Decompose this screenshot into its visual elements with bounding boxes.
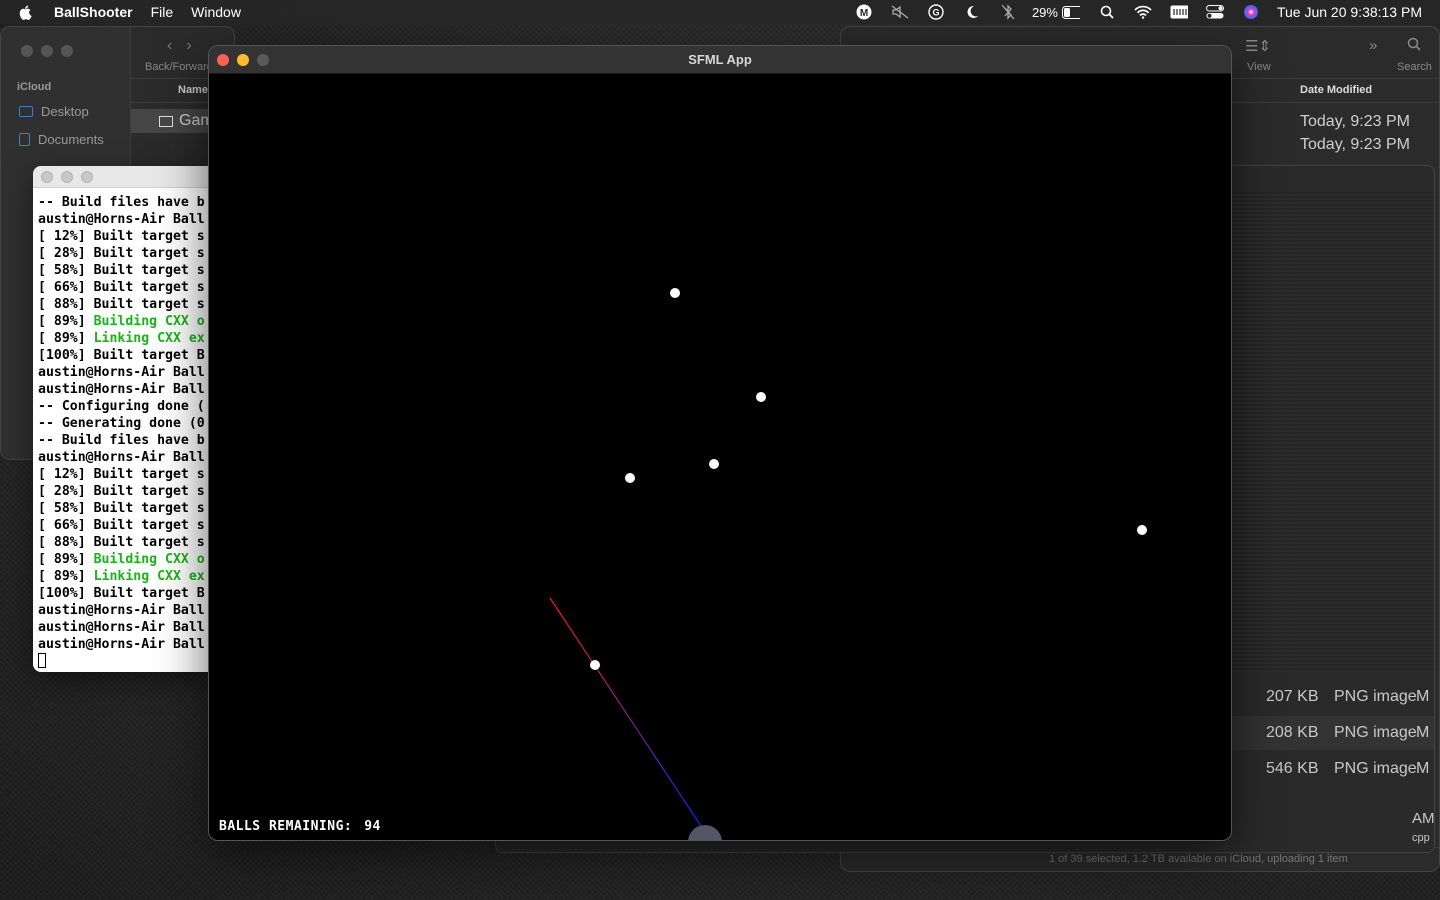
apple-icon[interactable] — [18, 4, 34, 20]
minimize-button[interactable] — [237, 54, 249, 66]
siri-icon[interactable] — [1242, 4, 1260, 20]
terminal-cursor — [38, 653, 46, 668]
ball — [625, 473, 635, 483]
menu-window[interactable]: Window — [191, 4, 241, 20]
malwarebytes-icon[interactable]: M — [855, 4, 873, 20]
terminal-line: [100%] Built target B — [38, 348, 205, 363]
terminal-titlebar[interactable] — [33, 166, 223, 188]
window-controls[interactable] — [217, 54, 269, 66]
terminal-line: austin@Horns-Air Ball — [38, 212, 205, 227]
document-icon — [19, 133, 30, 146]
terminal-line: [ 12%] Built target s — [38, 467, 205, 482]
terminal-prompt-line[interactable] — [38, 653, 223, 671]
back-forward-label: Back/Forward — [145, 61, 213, 73]
file-kind: PNG image — [1334, 760, 1417, 777]
aim-line — [549, 597, 702, 827]
bluetooth-off-icon[interactable] — [999, 4, 1017, 20]
terminal-output[interactable]: -- Build files have b austin@Horns-Air Ba… — [33, 188, 223, 671]
terminal-line: [ 58%] Built target s — [38, 263, 205, 278]
control-center-icon[interactable] — [1205, 4, 1224, 20]
window-controls[interactable] — [41, 171, 93, 183]
balls-remaining-hud: BALLS REMAINING: 94 — [219, 819, 381, 834]
desktop-folder-icon — [19, 106, 33, 117]
column-header-date-modified[interactable]: Date Modified — [1300, 84, 1372, 96]
sidebar-item-documents[interactable]: Documents — [19, 132, 104, 147]
file-date-fragment: M — [1416, 760, 1430, 777]
terminal-line: -- Build files have b — [38, 195, 205, 210]
terminal-line: austin@Horns-Air Ball — [38, 620, 205, 635]
date-cell: Today, 9:23 PM — [1300, 136, 1410, 153]
file-kind: PNG image — [1334, 724, 1417, 741]
terminal-line: austin@Horns-Air Ball — [38, 637, 205, 652]
terminal-line: [ 28%] Built target s — [38, 484, 205, 499]
sidebar-section-icloud: iCloud — [17, 81, 52, 93]
terminal-line: [ 58%] Built target s — [38, 501, 205, 516]
ball — [670, 288, 680, 298]
terminal-line: -- Build files have b — [38, 433, 205, 448]
cannon — [688, 825, 722, 840]
terminal-line: [ 66%] Built target s — [38, 518, 205, 533]
terminal-line: austin@Horns-Air Ball — [38, 365, 205, 380]
zoom-button[interactable] — [257, 54, 269, 66]
date-cell: Today, 9:23 PM — [1300, 113, 1410, 130]
terminal-line: [ 12%] Built target s — [38, 229, 205, 244]
terminal-line: -- Generating done (0 — [38, 416, 205, 431]
battery-percent: 29% — [1031, 4, 1058, 20]
terminal-line: austin@Horns-Air Ball — [38, 603, 205, 618]
menu-bar: BallShooter File Window M G 29% Tue Jun … — [0, 0, 1440, 24]
focus-moon-icon[interactable] — [963, 4, 981, 20]
file-size: 208 KB — [1266, 724, 1319, 741]
sfml-app-window[interactable]: SFML App BALLS REMAINING: 94 — [208, 45, 1232, 841]
terminal-line: [ 88%] Built target s — [38, 535, 205, 550]
file-size: 546 KB — [1266, 760, 1319, 777]
terminal-line: [ 89%] Building CXX o — [38, 552, 205, 567]
terminal-line: [ 88%] Built target s — [38, 297, 205, 312]
terminal-line: -- Configuring done ( — [38, 399, 205, 414]
audio-muted-icon[interactable] — [891, 4, 909, 20]
back-forward-arrows-icon[interactable]: ‹› — [167, 37, 206, 55]
ball — [756, 392, 766, 402]
balls-remaining-count: 94 — [364, 819, 381, 834]
menu-app-name[interactable]: BallShooter — [54, 4, 133, 20]
more-chevron-icon[interactable]: » — [1369, 37, 1377, 54]
file-date-fragment: M — [1416, 688, 1430, 705]
vpn-icon[interactable]: G — [927, 4, 945, 20]
search-icon[interactable] — [1407, 37, 1421, 55]
terminal-line: [ 89%] Building CXX o — [38, 314, 205, 329]
file-ext-fragment: cpp — [1412, 832, 1430, 844]
sfml-titlebar[interactable]: SFML App — [209, 46, 1231, 74]
toolbar-search-label: Search — [1397, 61, 1432, 73]
svg-text:M: M — [860, 8, 868, 19]
terminal-line: [100%] Built target B — [38, 586, 205, 601]
terminal-line: [ 89%] Linking CXX ex — [38, 331, 205, 346]
menu-file[interactable]: File — [151, 4, 174, 20]
menu-clock[interactable]: Tue Jun 20 9:38:13 PM — [1277, 4, 1422, 20]
ball — [709, 459, 719, 469]
window-title: SFML App — [688, 52, 752, 67]
hud-label: BALLS REMAINING: — [219, 819, 353, 834]
sidebar-item-desktop[interactable]: Desktop — [19, 104, 89, 119]
window-controls[interactable] — [21, 45, 73, 57]
close-button[interactable] — [217, 54, 229, 66]
svg-text:G: G — [932, 8, 939, 18]
terminal-window[interactable]: -- Build files have b austin@Horns-Air Ba… — [33, 166, 223, 672]
terminal-line: [ 66%] Built target s — [38, 280, 205, 295]
toolbar-view-label: View — [1247, 61, 1271, 73]
game-canvas[interactable] — [209, 74, 1232, 841]
terminal-line: austin@Horns-Air Ball — [38, 382, 205, 397]
ball — [1137, 525, 1147, 535]
keyboard-input-icon[interactable] — [1170, 4, 1188, 20]
file-date-fragment: M — [1416, 724, 1430, 741]
ball — [590, 660, 600, 670]
file-size: 207 KB — [1266, 688, 1319, 705]
terminal-line: austin@Horns-Air Ball — [38, 450, 205, 465]
file-kind: PNG image — [1334, 688, 1417, 705]
spotlight-search-icon[interactable] — [1098, 4, 1116, 20]
wifi-icon[interactable] — [1134, 4, 1152, 20]
battery-icon[interactable] — [1061, 4, 1080, 20]
terminal-line: [ 28%] Built target s — [38, 246, 205, 261]
view-options-icon[interactable]: ☰⇕ — [1245, 37, 1271, 55]
terminal-line: [ 89%] Linking CXX ex — [38, 569, 205, 584]
